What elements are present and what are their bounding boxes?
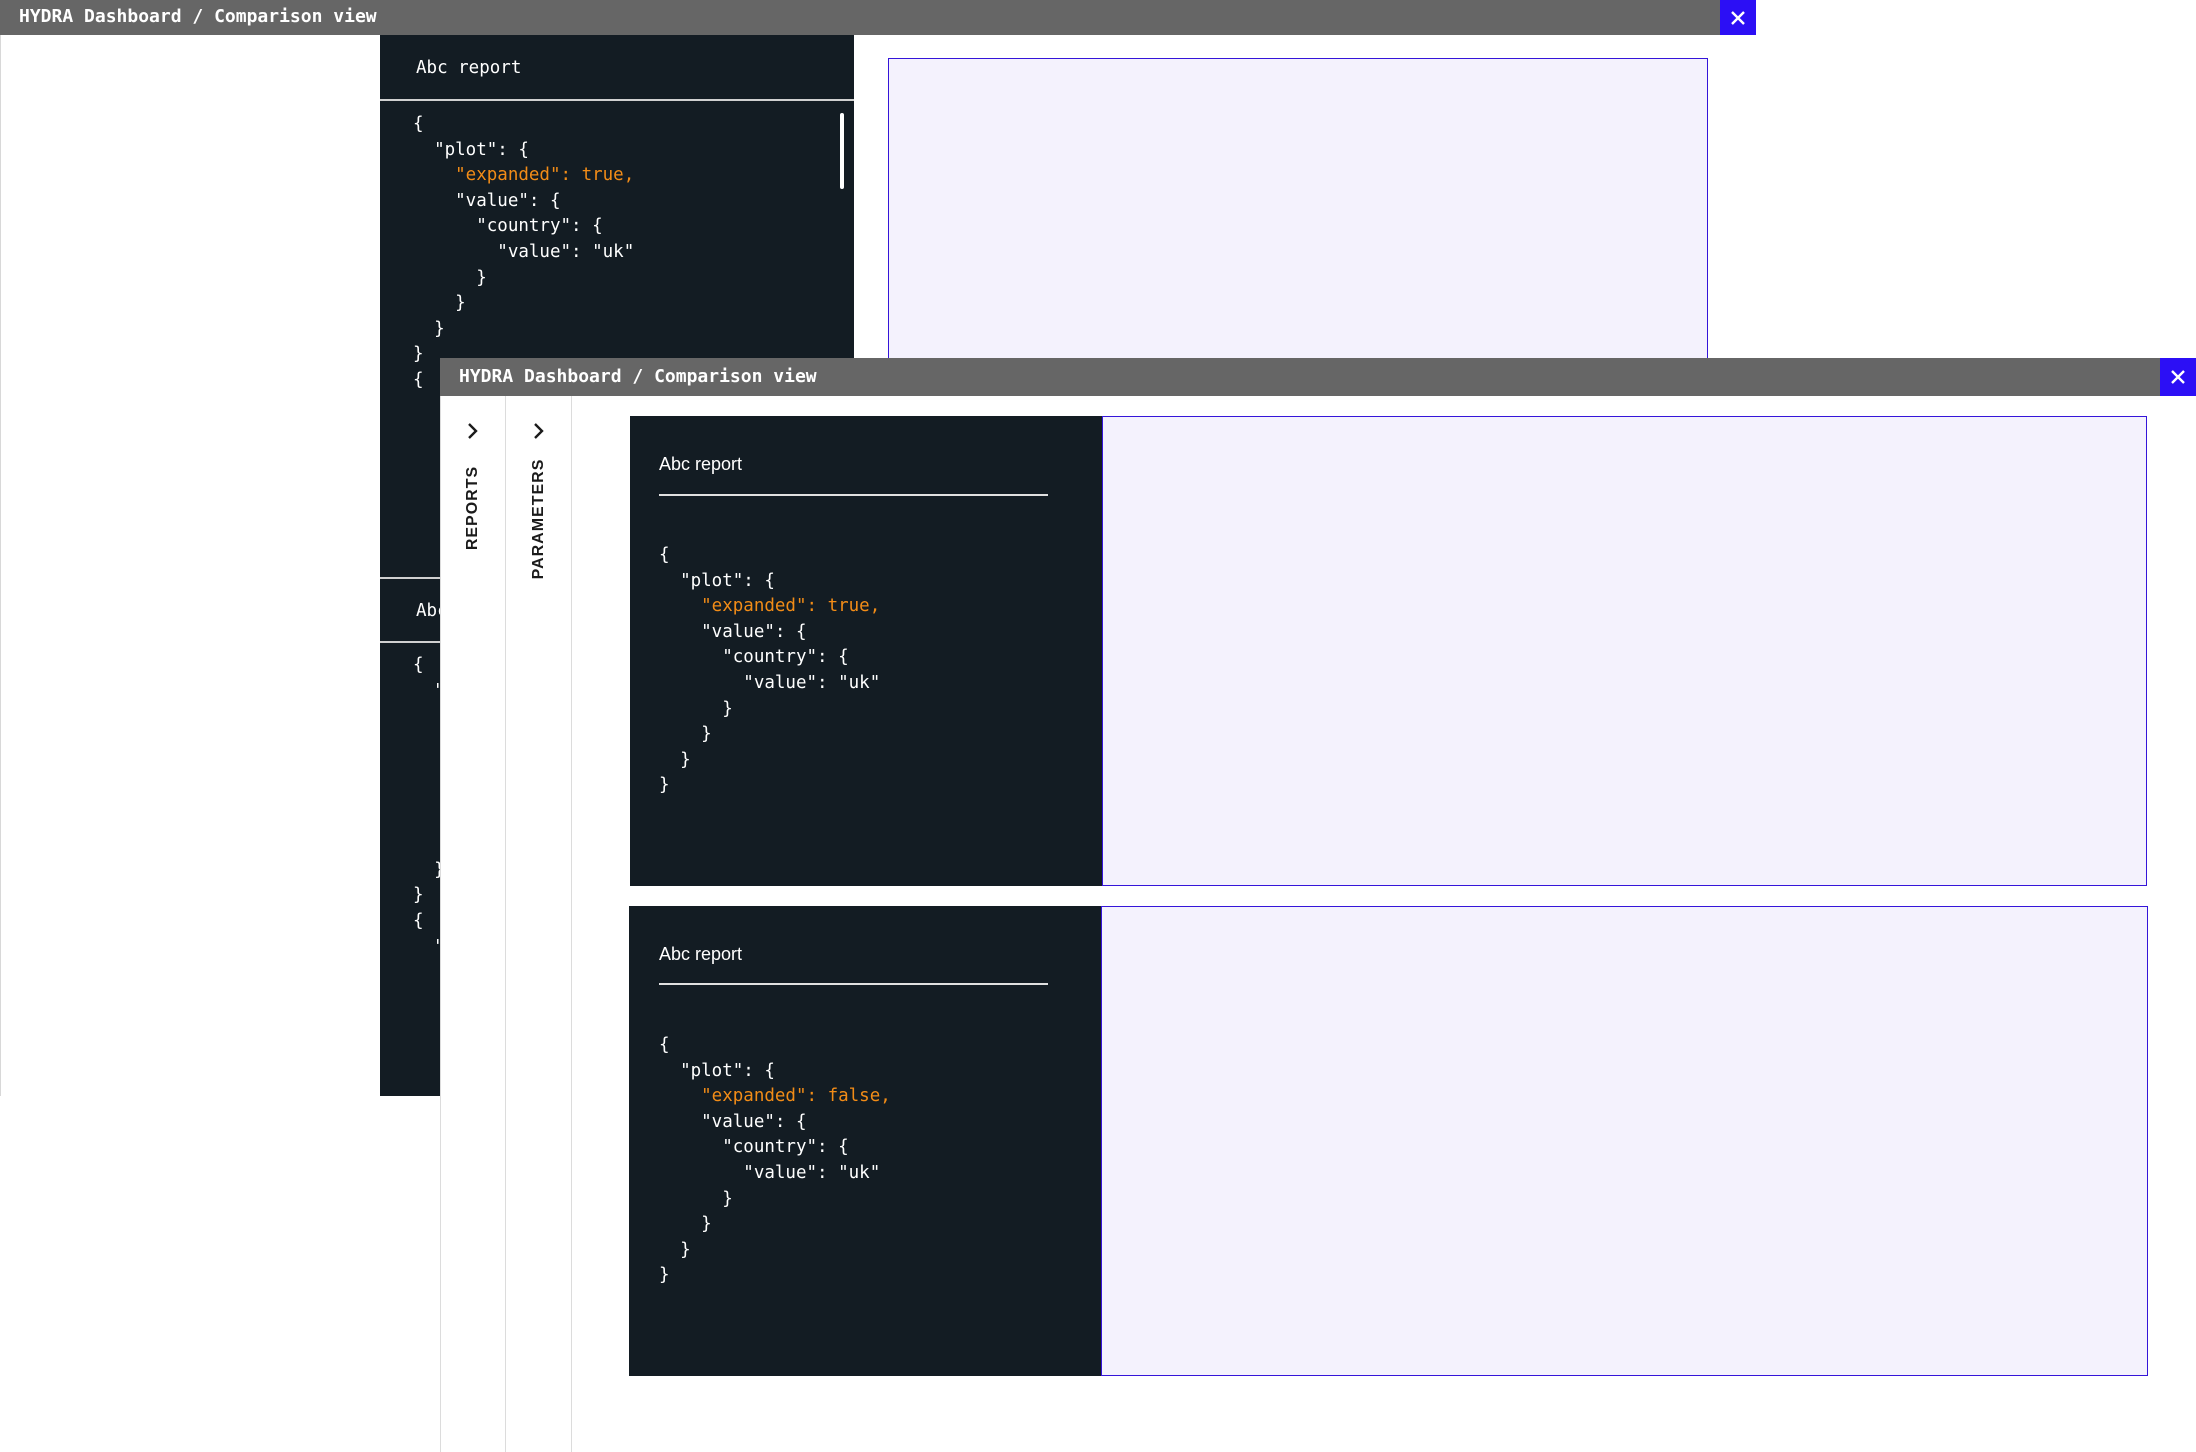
code-line: "plot": {: [659, 570, 775, 591]
code-line: }: [659, 698, 733, 719]
front-window-title: HYDRA Dashboard / Comparison view: [459, 366, 817, 387]
code-line: }: [659, 1188, 733, 1209]
rail-label-reports: REPORTS: [464, 465, 481, 551]
report-card-json-panel: Abc report { "plot": { "expanded": false…: [629, 906, 1103, 1376]
back-report-scrollbar[interactable]: [840, 113, 844, 189]
report-card-divider: [659, 983, 1048, 985]
back-report-title: Abc report: [416, 58, 522, 78]
code-line: }: [659, 749, 691, 770]
code-line: "plot": {: [413, 139, 529, 160]
code-line: {: [413, 655, 424, 675]
front-window: HYDRA Dashboard / Comparison view REPORT…: [440, 358, 2196, 1452]
back-plot-area: [888, 58, 1708, 360]
code-line: }: [659, 775, 670, 796]
code-line-expanded: "expanded": false,: [659, 1086, 891, 1107]
code-line: }: [413, 293, 466, 314]
code-line: }: [659, 1214, 712, 1235]
report-card-code: { "plot": { "expanded": true, "value": {…: [659, 543, 880, 799]
report-card: Abc report { "plot": { "expanded": true,…: [630, 416, 2147, 886]
code-line: "value": {: [659, 1111, 807, 1132]
rail-tab-parameters[interactable]: PARAMETERS: [506, 396, 572, 1452]
report-card: Abc report { "plot": { "expanded": false…: [629, 906, 2148, 1376]
code-line: }: [659, 1265, 670, 1286]
report-card-plot-area: [1101, 906, 2148, 1376]
code-line: }: [413, 267, 487, 288]
code-line: {: [659, 545, 670, 565]
close-icon: [1731, 10, 1745, 25]
report-card-json-panel: Abc report { "plot": { "expanded": true,…: [630, 416, 1104, 886]
code-line: {: [413, 114, 424, 134]
front-window-titlebar: HYDRA Dashboard / Comparison view: [440, 358, 2196, 396]
code-line: }: [413, 885, 424, 906]
code-line: "value": "uk": [659, 672, 881, 693]
report-card-title: Abc report: [659, 454, 743, 474]
chevron-right-icon[interactable]: [532, 422, 546, 440]
code-line: "value": {: [413, 190, 561, 211]
code-line: "plot": {: [659, 1060, 775, 1081]
rail-label-parameters: PARAMETERS: [529, 458, 547, 580]
code-line: "country": {: [659, 647, 849, 668]
code-line: }: [413, 344, 424, 365]
code-line: "country": {: [659, 1137, 849, 1158]
close-icon: [2171, 370, 2185, 384]
code-line: {: [659, 1035, 670, 1055]
code-line: }: [413, 318, 445, 339]
back-report-code: { "plot": { "expanded": true, "value": {…: [413, 112, 634, 394]
front-window-close-button[interactable]: [2160, 358, 2196, 396]
code-line: "country": {: [413, 216, 603, 237]
code-line-expanded: "expanded": true,: [659, 596, 881, 617]
back-report-divider: [380, 99, 854, 101]
code-line: }: [659, 1239, 691, 1260]
report-card-divider: [659, 494, 1048, 496]
code-line: "value": {: [659, 621, 807, 642]
report-card-title: Abc report: [659, 944, 743, 964]
code-line: "value": "uk": [413, 241, 635, 262]
chevron-right-icon[interactable]: [466, 422, 480, 440]
back-window-close-button[interactable]: [1720, 0, 1756, 35]
rail-tab-reports[interactable]: REPORTS: [440, 396, 506, 1452]
code-line: }: [659, 724, 712, 745]
back-window-title: HYDRA Dashboard / Comparison view: [19, 6, 377, 27]
back-window-titlebar: HYDRA Dashboard / Comparison view: [0, 0, 1756, 35]
code-line: {: [413, 910, 424, 931]
report-card-code: { "plot": { "expanded": false, "value": …: [659, 1033, 891, 1289]
code-line-expanded: "expanded": true,: [413, 165, 635, 186]
back-window-left-border: [0, 35, 1, 1096]
code-line: "value": "uk": [659, 1162, 881, 1183]
report-card-plot-area: [1102, 416, 2147, 886]
code-line: {: [413, 369, 424, 390]
